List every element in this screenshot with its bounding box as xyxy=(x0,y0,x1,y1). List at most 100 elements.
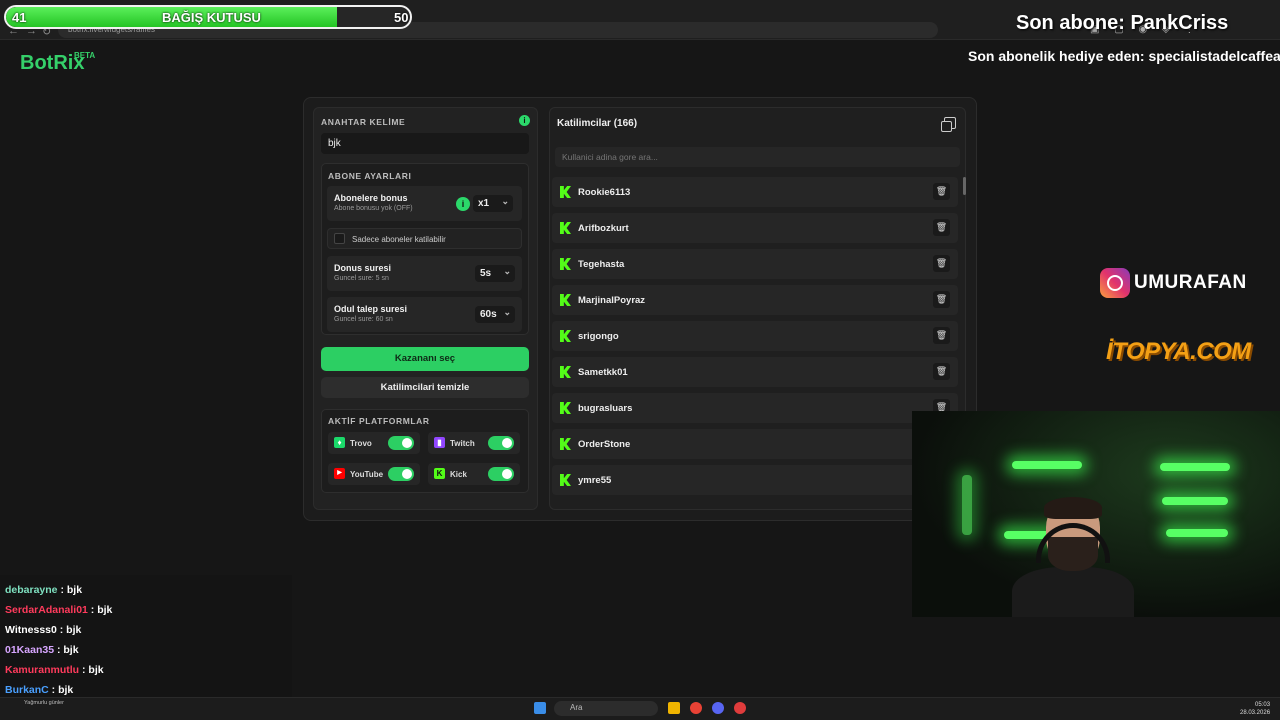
led-shelf xyxy=(1162,497,1228,505)
youtube-toggle[interactable] xyxy=(388,467,414,481)
chat-message: 01Kaan35 : bjk xyxy=(5,644,79,656)
instagram-icon xyxy=(1100,268,1130,298)
trash-icon[interactable]: 🗑 xyxy=(933,183,950,200)
chat-username: Witnesss0 xyxy=(5,624,57,636)
taskbar-search[interactable]: Ara xyxy=(554,701,658,716)
trash-icon[interactable]: 🗑 xyxy=(933,327,950,344)
subs-only-row[interactable]: Sadece aboneler katilabilir xyxy=(327,228,522,249)
platform-kick: K Kick xyxy=(428,463,520,485)
participant-row: OrderStone🗑 xyxy=(552,429,958,459)
start-icon[interactable] xyxy=(534,702,546,714)
chat-message: Kamuranmutlu : bjk xyxy=(5,664,104,676)
chat-text: : bjk xyxy=(56,624,82,636)
last-subscriber-text: Son abone: PankCriss xyxy=(1016,12,1229,34)
round-time-value: 5s xyxy=(480,268,492,279)
discord-icon[interactable] xyxy=(712,702,724,714)
subs-only-label: Sadece aboneler katilabilir xyxy=(352,235,446,244)
claim-time-row: Odul talep suresi Guncel sure: 60 sn 60s… xyxy=(327,297,522,332)
kick-icon xyxy=(560,438,571,450)
clear-participants-button[interactable]: Katilimcilari temizle xyxy=(321,377,529,398)
round-time-current: Guncel sure: 5 sn xyxy=(334,275,389,282)
round-time-title: Donus suresi xyxy=(334,263,392,273)
chevron-down-icon: ⌄ xyxy=(503,266,511,276)
platform-youtube: ▶ YouTube xyxy=(328,463,420,485)
last-gifter-text: Son abonelik hediye eden: specialistadel… xyxy=(968,48,1280,64)
instagram-handle: UMURAFAN xyxy=(1100,268,1247,298)
beta-badge: BETA xyxy=(74,51,96,60)
pick-winner-button[interactable]: Kazananı seç xyxy=(321,347,529,371)
platform-trovo: ♦ Trovo xyxy=(328,432,420,454)
chat-username: 01Kaan35 xyxy=(5,644,55,656)
claim-time-value: 60s xyxy=(480,309,497,320)
led-strip xyxy=(962,475,972,535)
trash-icon[interactable]: 🗑 xyxy=(933,219,950,236)
clock-time: 05:03 xyxy=(1255,702,1271,708)
kick-icon xyxy=(560,330,571,342)
platform-name: Trovo xyxy=(350,439,372,448)
clock-date: 28.03.2026 xyxy=(1240,710,1271,716)
donation-label: BAĞIŞ KUTUSU xyxy=(162,10,261,25)
participant-name: Arifbozkurt xyxy=(578,223,629,234)
keyword-input[interactable]: bjk xyxy=(321,133,529,154)
twitch-icon: ▮ xyxy=(434,437,445,448)
chat-text: : bjk xyxy=(54,644,79,656)
participant-name: ymre55 xyxy=(578,475,612,486)
claim-time-select[interactable]: 60s ⌄ xyxy=(475,306,515,323)
obs-icon[interactable] xyxy=(734,702,746,714)
chevron-down-icon: ⌄ xyxy=(503,307,511,317)
trash-icon[interactable]: 🗑 xyxy=(933,255,950,272)
kick-icon xyxy=(560,258,571,270)
chat-message: BurkanC : bjk xyxy=(5,684,73,696)
participant-row: Sametkk01 🗑 xyxy=(552,357,958,387)
chat-text: : bjk xyxy=(48,684,74,696)
donation-goal: 50 xyxy=(394,10,409,25)
trovo-icon: ♦ xyxy=(334,437,345,448)
weather-widget[interactable]: Yağmurlu günler xyxy=(24,700,64,706)
platform-name: Kick xyxy=(450,470,467,479)
twitch-toggle[interactable] xyxy=(488,436,514,450)
chat-username: debarayne xyxy=(5,584,58,596)
screen: { "browser": {"url": "botrix.live/widget… xyxy=(0,0,1280,720)
sub-bonus-row: Abonelere bonus Abone bonusu yok (OFF) x… xyxy=(327,186,522,221)
file-explorer-icon[interactable] xyxy=(668,702,680,714)
donation-current: 41 xyxy=(12,10,27,25)
participant-name: OrderStone xyxy=(578,439,631,450)
participant-name: Sametkk01 xyxy=(578,367,628,378)
participants-scrollbar[interactable] xyxy=(963,177,966,195)
trash-icon[interactable]: 🗑 xyxy=(933,291,950,308)
chevron-down-icon: ⌄ xyxy=(501,196,509,206)
kick-icon xyxy=(560,402,571,414)
chat-text: : bjk xyxy=(57,584,83,596)
system-clock[interactable]: 05:03 28.03.2026 xyxy=(1240,701,1270,717)
claim-time-title: Odul talep suresi xyxy=(334,304,408,314)
sub-bonus-info-icon[interactable]: i xyxy=(456,197,470,211)
kick-icon xyxy=(560,222,571,234)
participant-search-input[interactable] xyxy=(555,147,960,167)
sub-bonus-select[interactable]: x1 ⌄ xyxy=(473,195,513,212)
participant-name: bugrasluars xyxy=(578,403,633,414)
trovo-toggle[interactable] xyxy=(388,436,414,450)
round-time-select[interactable]: 5s ⌄ xyxy=(475,265,515,282)
participant-name: Tegehasta xyxy=(578,259,625,270)
chat-message: SerdarAdanali01 : bjk xyxy=(5,604,112,616)
kick-icon xyxy=(560,186,571,198)
webcam-feed xyxy=(912,411,1280,617)
trash-icon[interactable]: 🗑 xyxy=(933,363,950,380)
sponsor-logo: İTOPYA.COM xyxy=(1106,338,1251,365)
participant-row: srigongo 🗑 xyxy=(552,321,958,351)
sub-bonus-title: Abonelere bonus xyxy=(334,193,408,203)
participant-row: Rookie6113 🗑 xyxy=(552,177,958,207)
led-shelf xyxy=(1166,529,1228,537)
platform-twitch: ▮ Twitch xyxy=(428,432,520,454)
chat-message: Witnesss0 : bjk xyxy=(5,624,81,636)
led-shelf xyxy=(1012,461,1082,469)
participant-row: MarjinalPoyraz 🗑 xyxy=(552,285,958,315)
chrome-icon[interactable] xyxy=(690,702,702,714)
chat-message: debarayne : bjk xyxy=(5,584,82,596)
subs-only-checkbox[interactable] xyxy=(334,233,345,244)
copy-icon[interactable] xyxy=(941,117,956,132)
participant-name: Rookie6113 xyxy=(578,187,631,198)
participant-row: ymre55🗑 xyxy=(552,465,958,495)
kick-toggle[interactable] xyxy=(488,467,514,481)
info-icon[interactable]: i xyxy=(519,115,530,126)
